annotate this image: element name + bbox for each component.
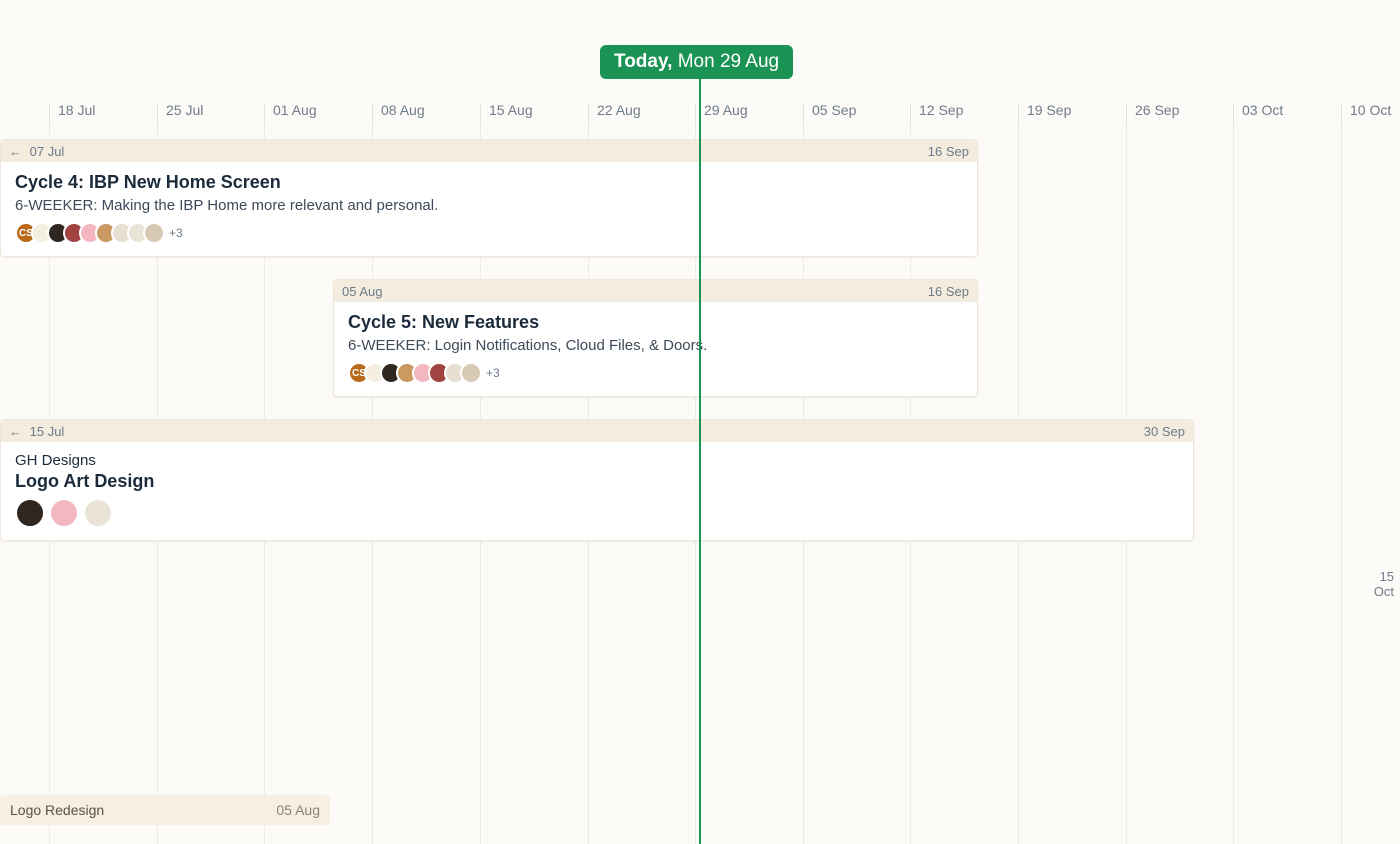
arrow-left-icon: ← [9,144,22,159]
card-avatars: CS +3 [15,222,963,244]
date-tick: 18 Jul [49,103,95,127]
project-card-logo-art-design[interactable]: ← 15 Jul 30 Sep GH Designs Logo Art Desi… [0,419,1194,541]
project-card-logo-redesign[interactable]: Logo Redesign 05 Aug [0,795,330,825]
grid-line [1341,127,1342,844]
avatar [83,498,113,528]
card-title: Logo Art Design [15,471,1179,492]
card-date-bar: ← 07 Jul 16 Sep [1,140,977,162]
card-date-bar: ← 15 Jul 30 Sep [1,420,1193,442]
card-body: GH Designs Logo Art Design [1,442,1193,540]
card-start-date: 05 Aug [342,284,383,299]
card-date-bar: 05 Aug 16 Sep [334,280,977,302]
today-date: Mon 29 Aug [678,51,779,72]
avatar [143,222,165,244]
card-supertitle: GH Designs [15,452,1179,469]
today-prefix: Today, [614,51,672,72]
today-vertical-line [699,45,701,844]
card-start-date: ← 15 Jul [9,424,64,439]
card-avatars: CS +3 [348,362,963,384]
card-end-date: 16 Sep [928,144,969,159]
date-tick: 05 Sep [803,103,856,127]
avatar [15,498,45,528]
project-card-cycle-5[interactable]: 05 Aug 16 Sep Cycle 5: New Features 6-WE… [333,279,978,397]
card-end-date: 30 Sep [1144,424,1185,439]
project-card-cycle-4[interactable]: ← 07 Jul 16 Sep Cycle 4: IBP New Home Sc… [0,139,978,257]
card-body: Cycle 4: IBP New Home Screen 6-WEEKER: M… [1,162,977,256]
mini-card-end-date: 05 Aug [276,802,320,818]
date-tick: 03 Oct [1233,103,1283,127]
date-tick: 08 Aug [372,103,425,127]
arrow-left-icon: ← [9,424,22,439]
date-tick: 22 Aug [588,103,641,127]
timeline-edge-date: 15 Oct [1374,569,1394,599]
card-description: 6-WEEKER: Login Notifications, Cloud Fil… [348,337,963,354]
date-tick: 25 Jul [157,103,203,127]
date-tick: 15 Aug [480,103,533,127]
avatar [460,362,482,384]
avatar [49,498,79,528]
date-tick: 01 Aug [264,103,317,127]
card-avatars [15,498,1179,528]
date-tick: 29 Aug [695,103,748,127]
card-title: Cycle 5: New Features [348,312,963,333]
timeline-canvas: { "today": { "prefix": "Today,", "date":… [0,0,1400,844]
avatar-overflow-count: +3 [486,366,500,380]
today-indicator-pill[interactable]: Today, Mon 29 Aug [600,45,793,79]
card-title: Cycle 4: IBP New Home Screen [15,172,963,193]
date-tick: 12 Sep [910,103,963,127]
date-tick: 19 Sep [1018,103,1071,127]
mini-card-title: Logo Redesign [10,802,104,818]
card-description: 6-WEEKER: Making the IBP Home more relev… [15,197,963,214]
grid-line [1233,127,1234,844]
card-body: Cycle 5: New Features 6-WEEKER: Login No… [334,302,977,396]
card-start-date: ← 07 Jul [9,144,64,159]
card-end-date: 16 Sep [928,284,969,299]
date-tick: 26 Sep [1126,103,1179,127]
avatar-overflow-count: +3 [169,226,183,240]
date-tick: 10 Oct [1341,103,1391,127]
